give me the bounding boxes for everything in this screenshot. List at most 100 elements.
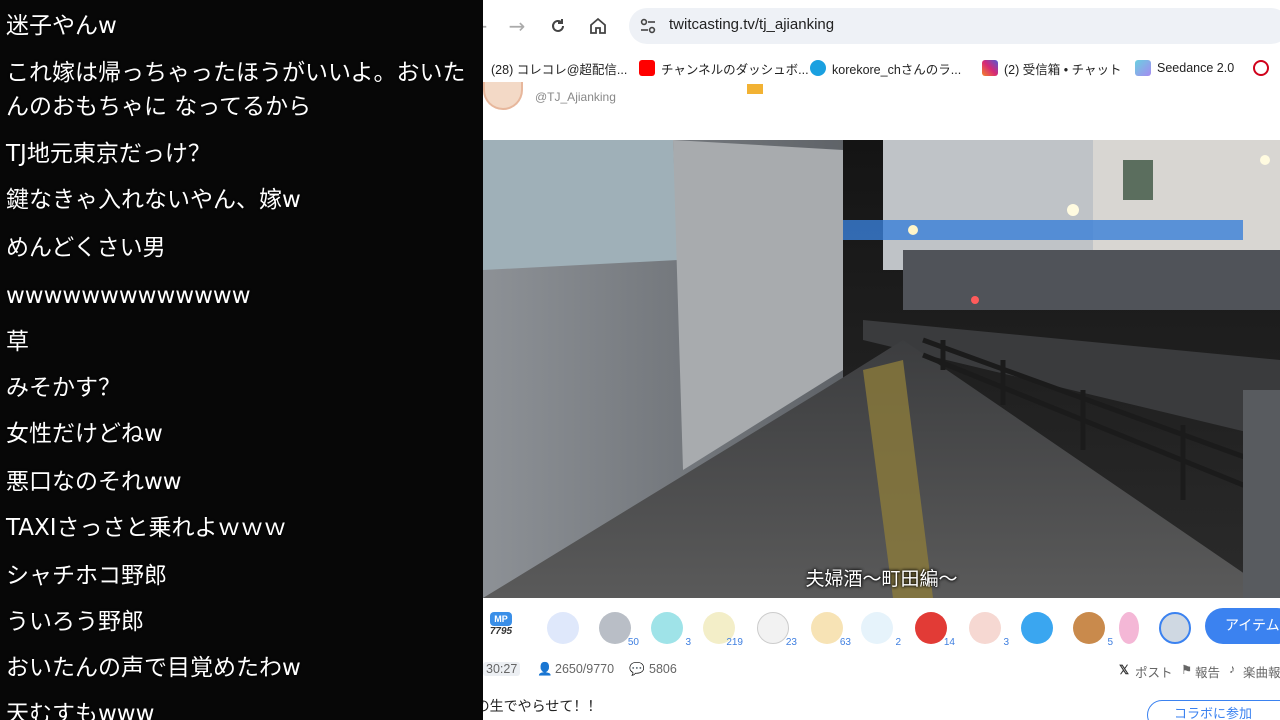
gift-count: 219 (726, 637, 743, 648)
gift-item[interactable] (1115, 610, 1155, 648)
youtube-icon (639, 60, 655, 76)
video-subtitle: 夫婦酒〜町田編〜 (805, 568, 958, 590)
gift-item[interactable] (543, 610, 583, 648)
comment-item: おいたんの声で目覚めたわw (6, 655, 301, 681)
comment-item: 鍵なきゃ入れないやん、嫁w (6, 187, 301, 213)
viewer-count: 2650/9770 (555, 662, 615, 676)
cake-gift-icon (969, 612, 1001, 644)
home-icon[interactable] (584, 12, 612, 40)
comment-item: wwwwwwwwwwwww (6, 283, 251, 309)
seedance-icon (1135, 60, 1151, 76)
item-button[interactable]: アイテム (1205, 608, 1280, 644)
star-gift-icon (1021, 612, 1053, 644)
smile-gift-icon (547, 612, 579, 644)
gift-item[interactable] (1017, 610, 1057, 648)
comment-item: 女性だけどねw (6, 421, 163, 447)
gift-item[interactable]: 5 (1069, 610, 1113, 648)
comment-item: 天むすもwww (6, 701, 155, 720)
viewer-icon: 👤 (537, 662, 553, 676)
comment-item: 悪口なのそれww (6, 469, 182, 495)
instagram-icon (982, 60, 998, 76)
comment-item: シャチホコ野郎 (6, 563, 167, 589)
gift-count: 14 (943, 637, 955, 648)
reload-icon-svg (552, 19, 564, 32)
music-report-button[interactable]: 楽曲報 (1243, 662, 1280, 681)
broadcaster-handle[interactable]: @TJ_Ajianking (535, 90, 616, 104)
comment-item: めんどくさい男 (6, 235, 166, 261)
avatar[interactable] (483, 82, 523, 110)
mp-label: MP (490, 612, 512, 626)
gift-item[interactable]: 23 (753, 610, 797, 648)
ghost-gift-icon (651, 612, 683, 644)
mp-points[interactable]: MP 7795 (485, 612, 517, 644)
gift-count: 2 (895, 637, 901, 648)
comment-item: 迷子やんw (6, 13, 117, 39)
comment-item: みそかす？ (6, 375, 121, 401)
comment-icon: 💬 (629, 662, 645, 676)
report-button[interactable]: 報告 (1195, 662, 1220, 681)
gift-count: 3 (1003, 637, 1009, 648)
snowman-gift-icon (861, 612, 893, 644)
bookmark-label: Seedance 2.0 (1157, 61, 1235, 75)
video-frame (483, 140, 1280, 598)
address-bar[interactable]: twitcasting.tv/tj_ajianking (629, 8, 1280, 44)
crown-icon (747, 84, 763, 94)
url-text: twitcasting.tv/tj_ajianking (669, 16, 835, 33)
site-settings-icon[interactable] (639, 17, 657, 35)
gift-count: 63 (839, 637, 851, 648)
gift-item[interactable]: 219 (699, 610, 743, 648)
comment-item: これ嫁は帰っちゃったほうがいいよ。おいたんのおもちゃに なってるから (6, 60, 466, 120)
gift-item[interactable]: 2 (857, 610, 901, 648)
video-player[interactable]: 夫婦酒〜町田編〜 (483, 140, 1280, 598)
reload-icon[interactable] (544, 12, 572, 40)
bookmark-item[interactable]: Seedance 2.0 (1135, 58, 1234, 78)
comment-item: TJ地元東京だっけ？ (6, 141, 211, 167)
post-button[interactable]: ポスト (1135, 662, 1173, 681)
elapsed-time: 30:27 (483, 662, 521, 676)
comment-item: 草 (6, 329, 29, 355)
flag-icon: ⚑ (1181, 663, 1193, 677)
music-note-icon: ♪ (1229, 662, 1236, 676)
comment-overlay: 迷子やんw これ嫁は帰っちゃったほうがいいよ。おいたんのおもちゃに なってるから… (0, 0, 483, 720)
gift-bar: MP 7795 50 3 219 23 63 2 14 3 5 アイテム (483, 598, 1280, 656)
gift-item[interactable] (1155, 610, 1195, 648)
forward-arrow-icon[interactable]: → (503, 12, 531, 40)
gift-count: 50 (627, 637, 639, 648)
gift-item[interactable]: 50 (595, 610, 639, 648)
stats-row: 30:27 👤 2650/9770 💬 5806 𝕏 ポスト ⚑ 報告 ♪ 楽曲… (483, 656, 1280, 684)
bookmark-label: (2) 受信箱 • チャット (1004, 62, 1122, 77)
bookmark-label: korekore_chさんのラ... (832, 62, 962, 77)
gift-count: 23 (785, 637, 797, 648)
gift-item[interactable]: 3 (647, 610, 691, 648)
gift-item[interactable]: 3 (965, 610, 1009, 648)
mp-count: 7795 (489, 626, 513, 637)
bookmark-item[interactable]: (28) コレコレ@超配信... (491, 58, 627, 78)
x-logo-icon: 𝕏 (1119, 663, 1130, 677)
twitcasting-icon (810, 60, 826, 76)
bookmark-item[interactable] (1253, 58, 1275, 78)
bookmark-item[interactable]: チャンネルのダッシュボ... (639, 58, 809, 78)
bookmark-item[interactable]: (2) 受信箱 • チャット (982, 58, 1121, 78)
back-arrow-icon[interactable]: ← (483, 12, 493, 40)
gift-item[interactable]: 63 (807, 610, 851, 648)
bookmark-label: (28) コレコレ@超配信... (491, 62, 628, 77)
gift-count: 3 (685, 637, 691, 648)
coin-gift-icon (599, 612, 631, 644)
browser-window: ← → twitcasting.tv/tj_ajianking (28) コレコ… (483, 0, 1280, 720)
comment-item: TAXIさっさと乗れよｗｗｗ (6, 515, 287, 541)
browser-toolbar: ← → twitcasting.tv/tj_ajianking (483, 0, 1280, 52)
bookmark-item[interactable]: korekore_chさんのラ... (810, 58, 961, 78)
collab-join-button[interactable]: コラボに参加 (1147, 700, 1280, 720)
home-icon-svg (590, 17, 606, 34)
live-title: TJの生でやらせて！！ (483, 699, 602, 715)
character-gift-icon (757, 612, 789, 644)
bookmarks-bar: (28) コレコレ@超配信... チャンネルのダッシュボ... korekore… (483, 52, 1280, 82)
gift-item[interactable]: 14 (911, 610, 955, 648)
firework-gift-icon (1119, 612, 1139, 644)
gift-count: 5 (1107, 637, 1113, 648)
comment-count: 5806 (649, 662, 677, 676)
broadcaster-header: @TJ_Ajianking (483, 82, 1280, 140)
santa-gift-icon (915, 612, 947, 644)
food-gift-icon (1073, 612, 1105, 644)
comment-item: ういろう野郎 (6, 609, 144, 635)
